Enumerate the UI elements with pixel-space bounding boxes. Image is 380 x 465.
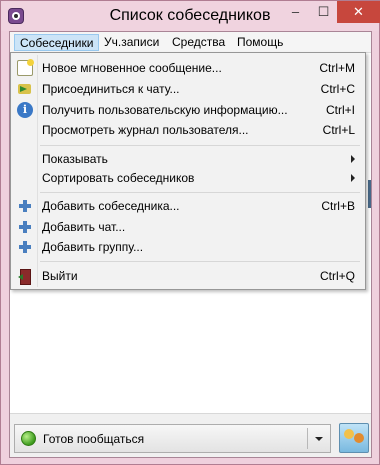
add-icon: [17, 239, 33, 255]
close-button[interactable]: ✕: [337, 1, 380, 23]
menu-bar: Собеседники Уч.записи Средства Помощь: [10, 32, 371, 53]
status-label: Готов пообщаться: [43, 432, 145, 446]
menu-item-label: Просмотреть журнал пользователя...: [42, 123, 249, 137]
menu-tools[interactable]: Средства: [167, 34, 230, 51]
status-bar: Готов пообщаться: [10, 413, 371, 457]
menu-item-show[interactable]: Показывать: [13, 149, 363, 169]
contacts-menu-dropdown: Новое мгновенное сообщение... Ctrl+M При…: [10, 52, 366, 290]
menu-item-new-message[interactable]: Новое мгновенное сообщение... Ctrl+M: [13, 58, 363, 78]
menu-separator: [40, 192, 360, 193]
menu-item-label: Добавить группу...: [42, 240, 144, 254]
add-icon: [17, 198, 33, 214]
info-icon: i: [17, 102, 33, 118]
menu-item-view-log[interactable]: Просмотреть журнал пользователя... Ctrl+…: [13, 120, 363, 140]
menu-item-shortcut: Ctrl+M: [319, 61, 355, 75]
chevron-down-icon[interactable]: [315, 437, 323, 441]
menu-item-shortcut: Ctrl+Q: [319, 269, 355, 283]
menu-item-label: Показывать: [42, 152, 108, 166]
menu-item-label: Присоединиться к чату...: [42, 82, 180, 96]
minimize-button[interactable]: –: [282, 1, 309, 23]
add-icon: [17, 219, 33, 235]
menu-item-get-info[interactable]: i Получить пользовательскую информацию..…: [13, 100, 363, 120]
list-edge-marker-right: [368, 180, 371, 208]
menu-item-add-group[interactable]: Добавить группу...: [13, 237, 363, 257]
menu-help[interactable]: Помощь: [232, 34, 288, 51]
menu-item-shortcut: Ctrl+B: [321, 199, 355, 213]
combo-separator: [307, 428, 308, 449]
join-chat-icon: [17, 81, 33, 97]
status-online-icon: [21, 431, 36, 446]
menu-item-add-contact[interactable]: Добавить собеседника... Ctrl+B: [13, 196, 363, 216]
menu-item-shortcut: Ctrl+L: [322, 123, 355, 137]
menu-item-label: Добавить чат...: [42, 220, 126, 234]
menu-item-label: Выйти: [42, 269, 78, 283]
menu-item-quit[interactable]: Выйти Ctrl+Q: [13, 266, 363, 286]
menu-item-label: Добавить собеседника...: [42, 199, 180, 213]
submenu-arrow-icon: [351, 155, 355, 163]
new-message-icon: [17, 59, 34, 76]
menu-item-label: Сортировать собеседников: [42, 171, 195, 185]
menu-separator: [40, 261, 360, 262]
menu-separator: [40, 145, 360, 146]
title-bar[interactable]: Список собеседников – ☐ ✕: [1, 1, 380, 31]
menu-item-shortcut: Ctrl+I: [325, 103, 355, 117]
exit-icon: [17, 268, 33, 285]
menu-item-add-chat[interactable]: Добавить чат...: [13, 217, 363, 237]
submenu-arrow-icon: [351, 174, 355, 182]
menu-item-label: Новое мгновенное сообщение...: [42, 61, 222, 75]
menu-item-sort[interactable]: Сортировать собеседников: [13, 168, 363, 188]
status-selector[interactable]: Готов пообщаться: [14, 424, 331, 453]
menu-item-shortcut: Ctrl+C: [320, 82, 355, 96]
menu-accounts[interactable]: Уч.записи: [99, 34, 164, 51]
menu-contacts[interactable]: Собеседники: [14, 34, 100, 51]
menu-item-join-chat[interactable]: Присоединиться к чату... Ctrl+C: [13, 79, 363, 99]
menu-item-label: Получить пользовательскую информацию...: [42, 103, 288, 117]
avatar-button[interactable]: [339, 423, 369, 453]
maximize-button[interactable]: ☐: [310, 1, 337, 23]
